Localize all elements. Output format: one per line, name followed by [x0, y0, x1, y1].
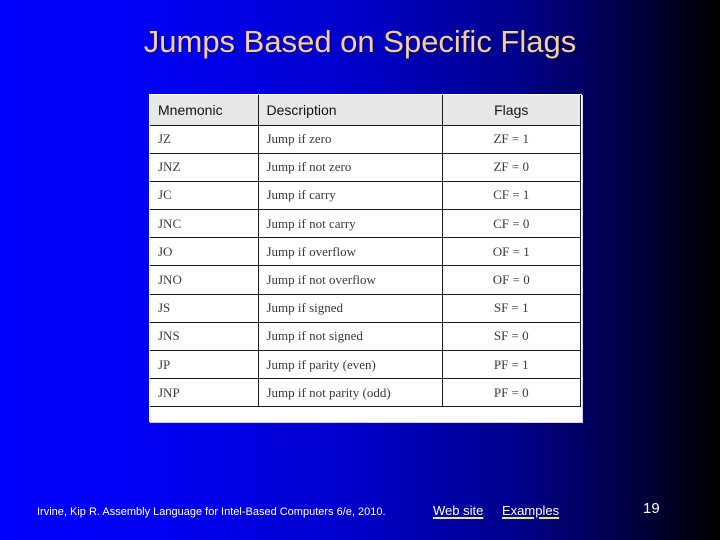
- cell-description: Jump if not parity (odd): [257, 378, 443, 408]
- table-row: JO Jump if overflow OF = 1: [150, 237, 581, 267]
- cell-description: Jump if zero: [257, 124, 443, 154]
- cell-flags: CF = 0: [441, 209, 581, 239]
- cell-flags: SF = 1: [441, 293, 581, 323]
- cell-flags: PF = 0: [441, 378, 581, 408]
- table-row: JZ Jump if zero ZF = 1: [150, 124, 581, 154]
- slide-title: Jumps Based on Specific Flags: [143, 24, 577, 59]
- cell-mnemonic: JNO: [150, 265, 259, 295]
- cell-mnemonic: JZ: [150, 124, 259, 154]
- cell-description: Jump if not overflow: [257, 265, 443, 295]
- cell-flags: SF = 0: [441, 321, 581, 352]
- cell-mnemonic: JNZ: [150, 152, 259, 182]
- table-row: JNP Jump if not parity (odd) PF = 0: [150, 378, 581, 408]
- cell-mnemonic: JC: [150, 180, 259, 211]
- table-row: JNO Jump if not overflow OF = 0: [150, 265, 581, 295]
- table-row: JC Jump if carry CF = 1: [150, 180, 581, 211]
- page-number: 19: [643, 500, 660, 517]
- cell-mnemonic: JS: [150, 293, 259, 323]
- cell-flags: ZF = 0: [441, 152, 581, 182]
- cell-mnemonic: JNP: [150, 378, 259, 408]
- table-row: JNC Jump if not carry CF = 0: [150, 209, 581, 239]
- cell-description: Jump if carry: [257, 180, 443, 211]
- table-row: JNZ Jump if not zero ZF = 0: [150, 152, 581, 182]
- jump-flags-table-container: Mnemonic Description Flags JZ Jump if ze…: [149, 94, 582, 422]
- web-site-link[interactable]: Web site: [433, 503, 483, 518]
- cell-mnemonic: JNS: [150, 321, 259, 352]
- cell-flags: OF = 0: [441, 265, 581, 295]
- cell-description: Jump if not signed: [257, 321, 443, 352]
- header-description: Description: [257, 95, 443, 126]
- cell-flags: PF = 1: [441, 349, 581, 380]
- cell-description: Jump if parity (even): [257, 349, 443, 380]
- cell-flags: ZF = 1: [441, 124, 581, 154]
- cell-description: Jump if overflow: [257, 237, 443, 267]
- table-row: JP Jump if parity (even) PF = 1: [150, 349, 581, 380]
- examples-link[interactable]: Examples: [502, 503, 559, 518]
- table-header-row: Mnemonic Description Flags: [150, 95, 581, 126]
- cell-flags: CF = 1: [441, 180, 581, 211]
- cell-mnemonic: JNC: [150, 209, 259, 239]
- cell-description: Jump if not zero: [257, 152, 443, 182]
- table-row: JS Jump if signed SF = 1: [150, 293, 581, 323]
- cell-mnemonic: JO: [150, 237, 259, 267]
- cell-flags: OF = 1: [441, 237, 581, 267]
- cell-mnemonic: JP: [150, 349, 259, 380]
- cell-description: Jump if not carry: [257, 209, 443, 239]
- table-row: JNS Jump if not signed SF = 0: [150, 321, 581, 352]
- header-mnemonic: Mnemonic: [150, 95, 259, 126]
- jump-flags-table: Mnemonic Description Flags JZ Jump if ze…: [150, 95, 581, 408]
- cell-description: Jump if signed: [257, 293, 443, 323]
- header-flags: Flags: [441, 95, 581, 126]
- citation-text: Irvine, Kip R. Assembly Language for Int…: [37, 506, 386, 518]
